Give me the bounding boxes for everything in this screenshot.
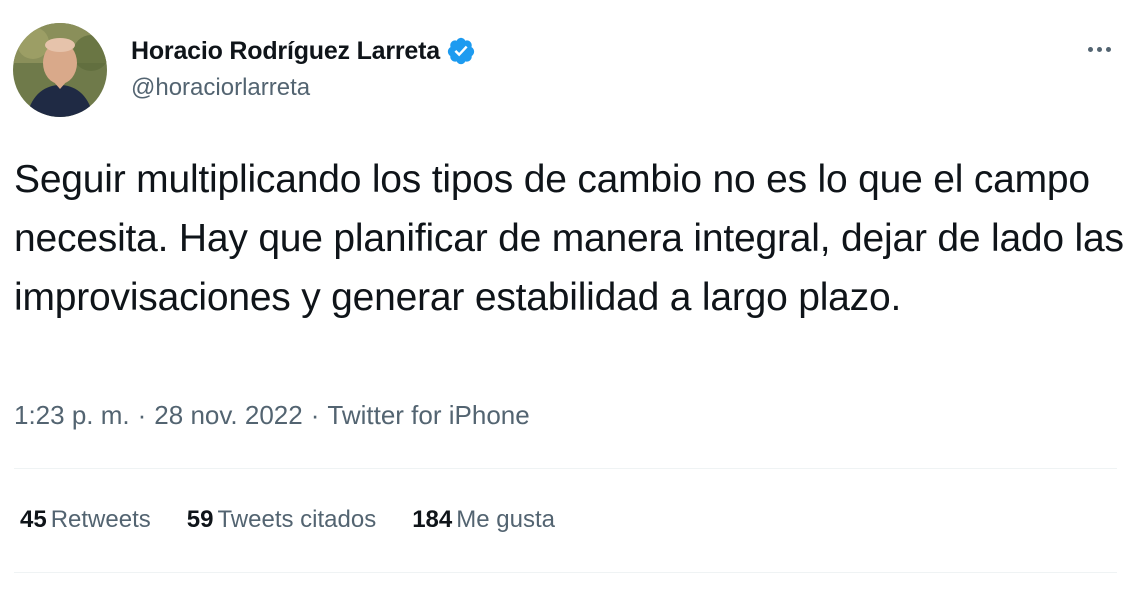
avatar-image: [13, 23, 107, 117]
quotes-count: 59: [186, 506, 214, 533]
author-handle[interactable]: @horaciorlarreta: [131, 74, 310, 102]
quotes-stat[interactable]: 59 Tweets citados: [187, 506, 376, 534]
divider: [14, 572, 1117, 573]
author-name-row[interactable]: Horacio Rodríguez Larreta: [131, 34, 476, 68]
more-options-button[interactable]: [1082, 32, 1116, 66]
retweets-count: 45: [20, 506, 47, 533]
author-name[interactable]: Horacio Rodríguez Larreta: [131, 37, 440, 66]
tweet-source[interactable]: Twitter for iPhone: [327, 400, 529, 431]
likes-label: Me gusta: [456, 506, 555, 533]
likes-count: 184: [412, 506, 453, 533]
likes-stat[interactable]: 184 Me gusta: [412, 506, 555, 534]
tweet-date[interactable]: 28 nov. 2022: [154, 400, 302, 431]
tweet-meta: 1:23 p. m. · 28 nov. 2022 · Twitter for …: [14, 400, 530, 431]
meta-separator: ·: [310, 400, 320, 430]
retweets-stat[interactable]: 45 Retweets: [20, 506, 151, 534]
meta-separator: ·: [137, 400, 147, 430]
tweet-card: Horacio Rodríguez Larreta @horaciorlarre…: [0, 0, 1139, 600]
divider: [14, 468, 1117, 469]
tweet-time[interactable]: 1:23 p. m.: [14, 400, 130, 431]
more-horizontal-icon: [1087, 46, 1093, 52]
more-horizontal-icon-dot: [1105, 46, 1111, 52]
retweets-label: Retweets: [50, 506, 151, 533]
avatar[interactable]: [13, 23, 107, 117]
more-horizontal-icon-dot: [1096, 46, 1102, 52]
verified-badge-icon: [446, 36, 476, 66]
tweet-text: Seguir multiplicando los tipos de cambio…: [14, 158, 1124, 319]
quotes-label: Tweets citados: [217, 506, 377, 533]
tweet-stats: 45 Retweets 59 Tweets citados 184 Me gusta: [20, 506, 591, 534]
